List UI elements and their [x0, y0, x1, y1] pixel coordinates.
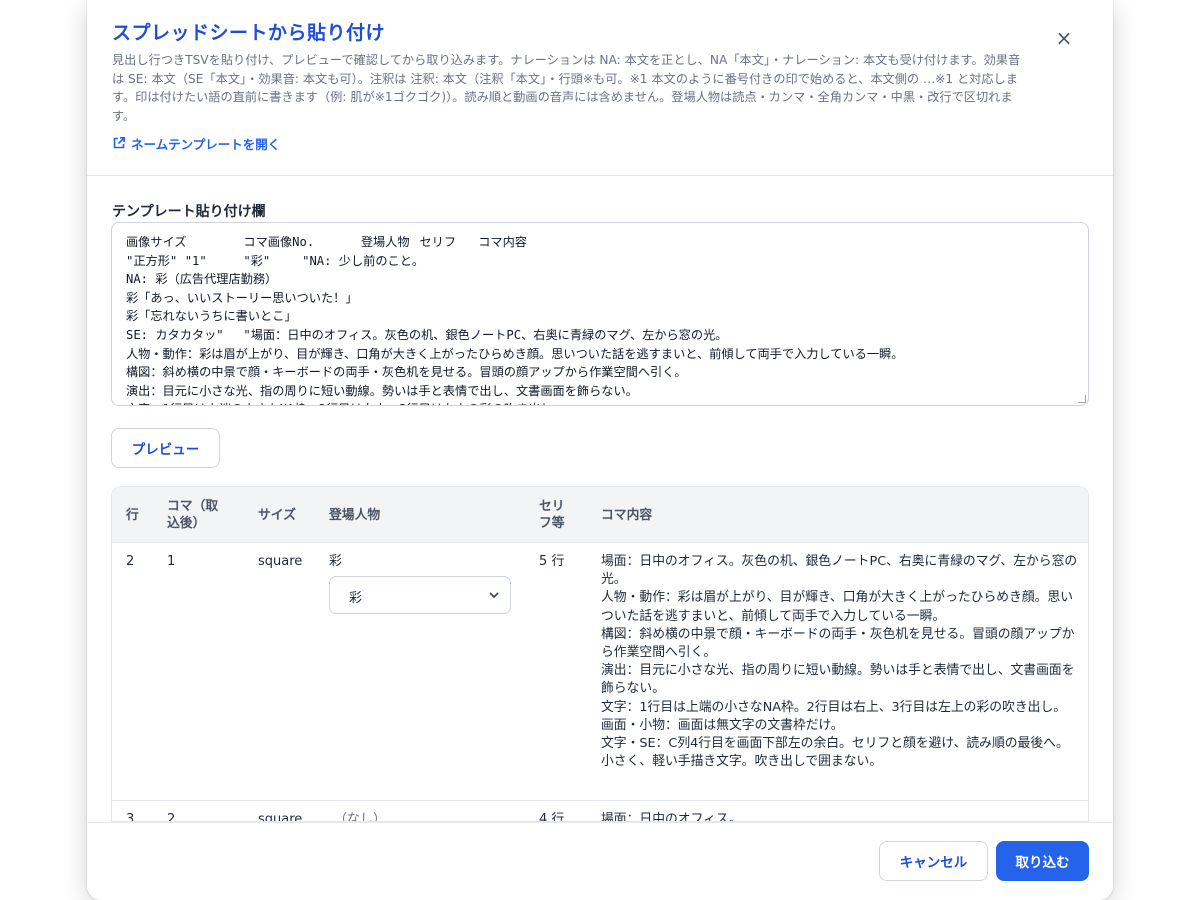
preview-button[interactable]: プレビュー	[111, 428, 220, 468]
import-button[interactable]: 取り込む	[996, 841, 1089, 881]
cell-characters: 彩	[329, 554, 343, 569]
character-select[interactable]: 彩	[329, 576, 511, 614]
preview-table: 行 コマ（取 込後） サイズ 登場人物 セリ フ等 コマ内容 2 1 squar…	[111, 486, 1089, 822]
header-koma: コマ（取 込後）	[167, 499, 219, 531]
header-row: 行	[126, 508, 139, 523]
dialog-footer: キャンセル 取り込む	[87, 822, 1113, 900]
table-row: 3 2 square （なし） 4 行 場面：日中のオフィス。	[112, 801, 1088, 822]
chevron-down-icon	[489, 592, 499, 599]
cell-lines: 4 行	[539, 812, 565, 822]
table-header: 行 コマ（取 込後） サイズ 登場人物 セリ フ等 コマ内容	[112, 487, 1088, 543]
character-select-value: 彩	[349, 591, 363, 606]
cell-characters: （なし）	[334, 812, 387, 822]
cell-content: 場面：日中のオフィス。	[601, 812, 742, 822]
cell-koma: 2	[167, 812, 176, 822]
open-template-link[interactable]: ネームテンプレートを開く	[112, 134, 280, 152]
cancel-button[interactable]: キャンセル	[879, 841, 988, 881]
external-link-icon	[113, 137, 125, 149]
header-lines: セリ フ等	[539, 499, 565, 531]
header-characters: 登場人物	[329, 508, 381, 523]
header-size: サイズ	[258, 508, 297, 523]
tsv-paste-textarea[interactable]	[112, 223, 1088, 405]
close-icon[interactable]: ×	[1053, 28, 1075, 50]
cell-size: square	[258, 812, 303, 822]
cell-lines: 5 行	[539, 554, 565, 569]
header-content: コマ内容	[601, 508, 653, 523]
open-template-link-label: ネームテンプレートを開く	[131, 136, 281, 152]
paste-area	[111, 222, 1089, 406]
cell-row: 3	[126, 812, 135, 822]
dialog-title: スプレッドシートから貼り付け	[112, 22, 386, 44]
dialog-description: 見出し行つきTSVを貼り付け、プレビューで確認してから取り込みます。ナレーション…	[112, 53, 1021, 123]
import-dialog: スプレッドシートから貼り付け × 見出し行つきTSVを貼り付け、プレビューで確認…	[87, 0, 1113, 900]
dialog-header: スプレッドシートから貼り付け × 見出し行つきTSVを貼り付け、プレビューで確認…	[87, 0, 1113, 176]
cell-size: square	[258, 554, 303, 569]
cell-koma: 1	[167, 554, 176, 569]
table-row: 2 1 square 彩 彩 5 行 場面：日中のオフィス。灰色の机、銀色ノート…	[112, 543, 1088, 801]
cell-row: 2	[126, 554, 135, 569]
cell-content: 場面：日中のオフィス。灰色の机、銀色ノートPC、右奥に青緑のマグ、左から窓の光。…	[601, 554, 1078, 770]
resize-handle[interactable]	[1078, 395, 1086, 403]
paste-area-label: テンプレート貼り付け欄	[112, 204, 266, 220]
